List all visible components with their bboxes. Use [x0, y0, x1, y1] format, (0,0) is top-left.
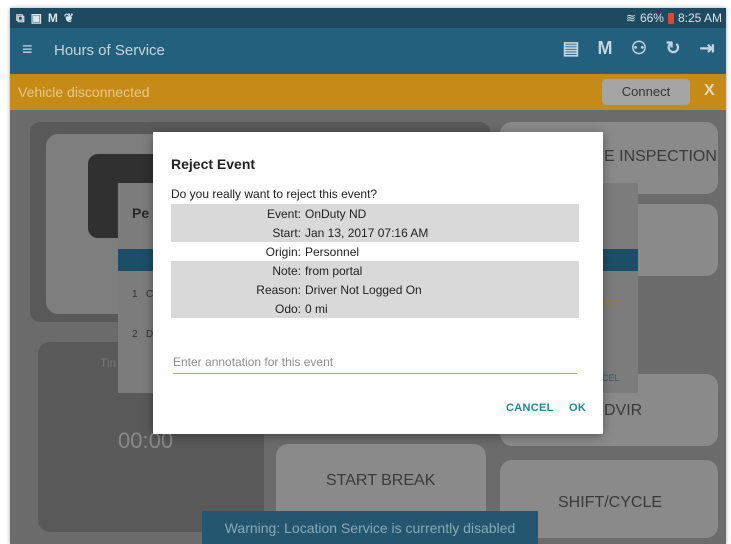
app-bar: ≡ Hours of Service ▤ M ⚇ ↻ ⇥: [10, 28, 726, 74]
battery-icon: [667, 12, 674, 24]
detail-label: Note:: [272, 263, 301, 278]
detail-row-event: Event: OnDuty ND: [171, 204, 579, 223]
dvir-label: DVIR: [604, 402, 643, 419]
app-title: Hours of Service: [54, 42, 165, 59]
banner-message: Vehicle disconnected: [18, 84, 150, 100]
event-details: Event: OnDuty ND Start: Jan 13, 2017 07:…: [171, 204, 579, 318]
detail-row-start: Start: Jan 13, 2017 07:16 AM: [171, 223, 579, 242]
dialog-question: Do you really want to reject this event?: [171, 187, 378, 201]
detail-value: OnDuty ND: [305, 206, 367, 221]
detail-row-odo: Odo: 0 mi: [171, 299, 579, 318]
dialog-title: Reject Event: [171, 156, 256, 172]
app-bar-actions: ▤ M ⚇ ↻ ⇥: [560, 38, 718, 59]
detail-row-note: Note: from portal: [171, 261, 579, 280]
notification-icon: ⧉: [16, 11, 25, 25]
annotation-input[interactable]: [173, 350, 577, 374]
tablet-screen: ⧉ ▣ M ❦ ≋ 66% 8:25 AM ≡ Hours of Service…: [10, 8, 726, 544]
underlay-cancel-fragment: CEL: [602, 373, 620, 383]
timer-label: Tin: [100, 356, 117, 370]
app-icon: ❦: [63, 11, 74, 25]
detail-row-origin: Origin: Personnel: [171, 242, 579, 261]
detail-label: Origin:: [265, 244, 301, 259]
logout-icon[interactable]: ⇥: [696, 38, 718, 59]
status-bar-left-icons: ⧉ ▣ M ❦: [16, 11, 74, 26]
detail-value: Driver Not Logged On: [305, 282, 422, 297]
start-break-label: START BREAK: [326, 472, 436, 489]
detail-value: Jan 13, 2017 07:16 AM: [305, 225, 429, 240]
underlay-title: Pe: [132, 205, 150, 221]
vehicle-disconnected-banner: Vehicle disconnected Connect X: [10, 74, 726, 110]
clock: 8:25 AM: [677, 11, 722, 25]
m-icon[interactable]: M: [594, 38, 616, 59]
underlay-row-number: 1: [132, 289, 138, 300]
reject-event-dialog: Reject Event Do you really want to rejec…: [153, 132, 603, 434]
m-icon: M: [47, 11, 58, 25]
detail-value: from portal: [305, 263, 363, 278]
hamburger-menu-icon[interactable]: ≡: [22, 39, 33, 60]
detail-label: Reason:: [256, 282, 301, 297]
detail-label: Odo:: [274, 301, 301, 316]
ok-button[interactable]: OK: [569, 402, 586, 414]
detail-value: Personnel: [305, 244, 360, 259]
detail-label: Event:: [266, 206, 301, 221]
screenshot-icon: ▣: [30, 11, 42, 25]
underlay-row-number: 2: [132, 329, 138, 340]
detail-label: Start:: [272, 225, 301, 240]
underlay-fragment: ECT: [604, 299, 622, 309]
inspection-label: E INSPECTION: [604, 148, 717, 165]
battery-percent: 66%: [639, 11, 664, 25]
shift-cycle-label: SHIFT/CYCLE: [558, 494, 663, 511]
connect-button[interactable]: Connect: [602, 79, 690, 105]
cancel-button[interactable]: CANCEL: [506, 402, 554, 414]
banner-close-button[interactable]: X: [704, 82, 715, 100]
driver-icon[interactable]: ⚇: [628, 38, 650, 59]
refresh-icon[interactable]: ↻: [662, 38, 684, 59]
status-bar-right: ≋ 66% 8:25 AM: [626, 11, 722, 25]
messages-icon[interactable]: ▤: [560, 38, 582, 59]
location-warning-toast: Warning: Location Service is currently d…: [202, 511, 538, 544]
detail-row-reason: Reason: Driver Not Logged On: [171, 280, 579, 299]
detail-value: 0 mi: [305, 301, 328, 316]
wifi-icon: ≋: [625, 11, 636, 25]
status-bar: ⧉ ▣ M ❦ ≋ 66% 8:25 AM: [10, 8, 726, 28]
